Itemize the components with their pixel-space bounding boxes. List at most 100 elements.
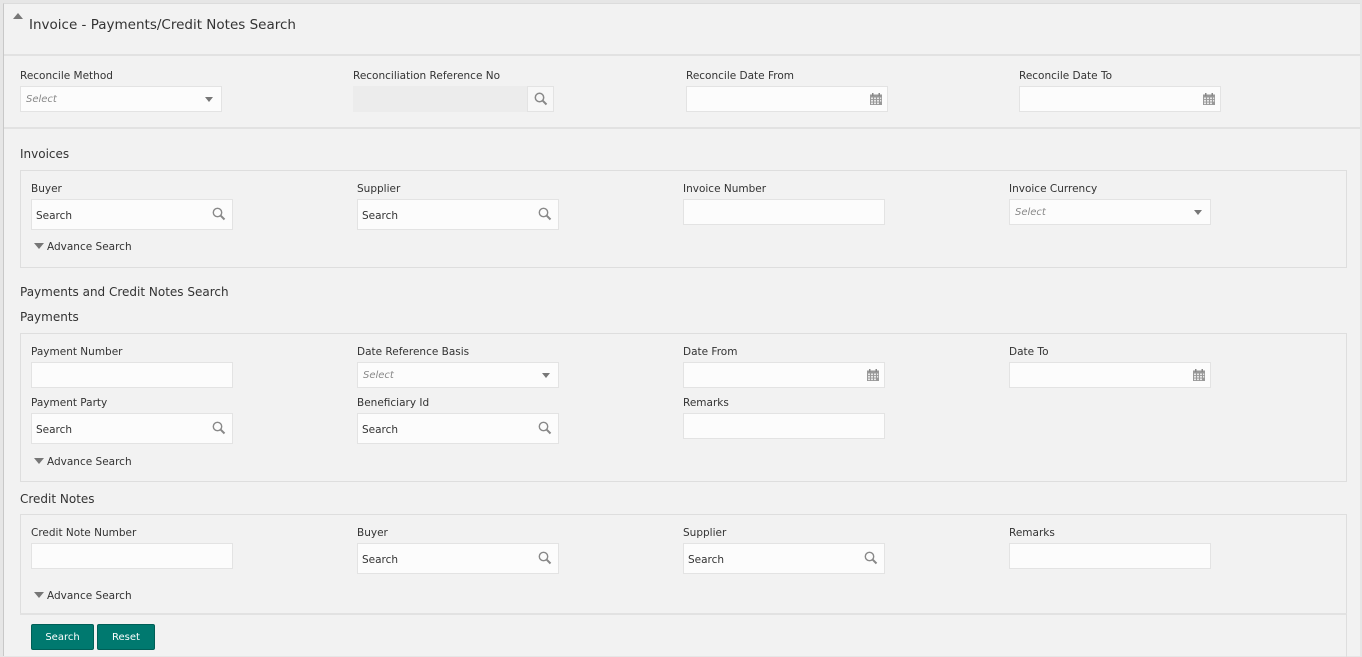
search-icon[interactable] [211,206,227,222]
payments-credit-section-title: Payments and Credit Notes Search [20,285,229,299]
reconciliation-reference-lookup-button[interactable] [527,86,554,112]
credit-note-buyer-input[interactable]: Search [357,543,559,574]
payment-date-to-input[interactable] [1009,362,1211,388]
invoices-section-title: Invoices [20,147,70,161]
reset-button[interactable]: Reset [97,624,155,650]
date-reference-basis-field: Date Reference Basis Select [357,346,567,390]
reconcile-date-to-field: Reconcile Date To [1019,70,1229,114]
payments-panel: Payment Number Date Reference Basis Sele… [20,333,1347,482]
beneficiary-id-value: Search [362,424,399,436]
search-icon[interactable] [211,420,227,436]
search-icon[interactable] [863,550,879,566]
credit-note-buyer-value: Search [362,554,399,566]
payments-advance-search-toggle[interactable]: Advance Search [34,456,132,468]
credit-notes-advance-search-label: Advance Search [47,590,132,602]
invoice-supplier-field: Supplier Search [357,183,567,231]
chevron-down-icon [1194,210,1202,215]
credit-note-supplier-field: Supplier Search [683,527,893,575]
reconcile-date-to-input[interactable] [1019,86,1221,112]
invoice-number-label: Invoice Number [683,183,767,195]
credit-note-supplier-input[interactable]: Search [683,543,885,574]
invoice-number-input[interactable] [683,199,885,225]
invoices-advance-search-toggle[interactable]: Advance Search [34,241,132,253]
credit-note-remarks-input[interactable] [1009,543,1211,569]
credit-note-buyer-field: Buyer Search [357,527,567,575]
reconcile-method-field: Reconcile Method Select [20,70,230,114]
invoice-supplier-label: Supplier [357,183,401,195]
invoice-supplier-input[interactable]: Search [357,199,559,230]
invoice-supplier-value: Search [362,210,399,222]
reconcile-method-select[interactable]: Select [20,86,222,112]
page-title: Invoice - Payments/Credit Notes Search [29,17,296,33]
invoice-buyer-label: Buyer [31,183,62,195]
payment-date-to-label: Date To [1009,346,1049,358]
invoice-currency-placeholder: Select [1015,207,1046,218]
reconcile-date-from-input[interactable] [686,86,888,112]
credit-note-supplier-label: Supplier [683,527,727,539]
chevron-down-icon [542,373,550,378]
search-icon[interactable] [537,550,553,566]
invoice-number-field: Invoice Number [683,183,893,227]
reconciliation-reference-label: Reconciliation Reference No [353,70,501,82]
search-page: Invoice - Payments/Credit Notes Search R… [3,3,1360,657]
payment-date-from-label: Date From [683,346,738,358]
reconcile-date-from-label: Reconcile Date From [686,70,794,82]
calendar-icon[interactable] [1202,92,1216,106]
payment-number-field: Payment Number [31,346,241,390]
payment-remarks-input[interactable] [683,413,885,439]
payments-advance-search-label: Advance Search [47,456,132,468]
payment-remarks-label: Remarks [683,397,729,409]
credit-notes-advance-search-toggle[interactable]: Advance Search [34,590,132,602]
reconciliation-reference-field: Reconciliation Reference No [353,70,563,114]
date-reference-basis-select[interactable]: Select [357,362,559,388]
reconcile-date-to-label: Reconcile Date To [1019,70,1113,82]
invoice-buyer-input[interactable]: Search [31,199,233,230]
reconcile-section: Reconcile Method Select Reconciliation R… [4,58,1360,129]
reconciliation-reference-input [353,86,527,112]
page-header: Invoice - Payments/Credit Notes Search [4,4,1360,56]
credit-note-buyer-label: Buyer [357,527,388,539]
payment-number-label: Payment Number [31,346,123,358]
reconcile-method-placeholder: Select [26,94,57,105]
payment-number-input[interactable] [31,362,233,388]
beneficiary-id-label: Beneficiary Id [357,397,430,409]
payment-party-field: Payment Party Search [31,397,241,445]
search-button[interactable]: Search [31,624,94,650]
payment-date-to-field: Date To [1009,346,1219,390]
calendar-icon[interactable] [1192,368,1206,382]
credit-note-number-label: Credit Note Number [31,527,137,539]
caret-down-icon [34,592,44,598]
payment-party-label: Payment Party [31,397,108,409]
credit-note-remarks-label: Remarks [1009,527,1055,539]
invoices-panel: Buyer Search Supplier Search Invoice Num… [20,170,1347,268]
payment-party-input[interactable]: Search [31,413,233,444]
caret-down-icon [34,243,44,249]
credit-note-number-field: Credit Note Number [31,527,241,571]
reconcile-date-from-field: Reconcile Date From [686,70,896,114]
calendar-icon[interactable] [869,92,883,106]
search-icon[interactable] [537,420,553,436]
credit-note-number-input[interactable] [31,543,233,569]
caret-down-icon [34,458,44,464]
invoice-currency-label: Invoice Currency [1009,183,1098,195]
search-icon [534,92,548,106]
invoice-buyer-field: Buyer Search [31,183,241,231]
chevron-down-icon [205,97,213,102]
payment-date-from-input[interactable] [683,362,885,388]
date-reference-basis-placeholder: Select [363,370,394,381]
payments-section-title: Payments [20,310,79,324]
beneficiary-id-input[interactable]: Search [357,413,559,444]
payment-remarks-field: Remarks [683,397,893,441]
credit-note-supplier-value: Search [688,554,725,566]
search-icon[interactable] [537,206,553,222]
credit-notes-section-title: Credit Notes [20,492,95,506]
invoice-buyer-value: Search [36,210,73,222]
calendar-icon[interactable] [866,368,880,382]
caret-up-icon[interactable] [13,13,23,19]
invoice-currency-select[interactable]: Select [1009,199,1211,225]
credit-note-remarks-field: Remarks [1009,527,1219,571]
action-bar: Search Reset [20,613,1347,657]
credit-notes-panel: Credit Note Number Buyer Search Supplier… [20,514,1347,614]
date-reference-basis-label: Date Reference Basis [357,346,470,358]
invoice-currency-field: Invoice Currency Select [1009,183,1219,227]
